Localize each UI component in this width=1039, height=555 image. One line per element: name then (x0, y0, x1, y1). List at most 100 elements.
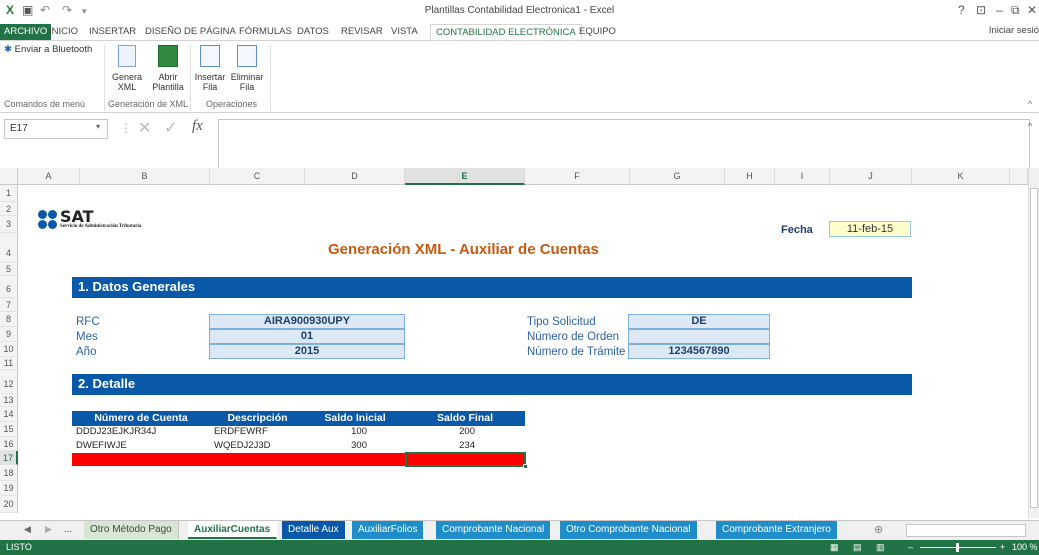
col-header[interactable]: H (725, 168, 775, 185)
next-sheet-icon[interactable]: ▶ (45, 524, 52, 535)
col-header[interactable]: J (830, 168, 912, 185)
normal-view-icon[interactable]: ▦ (830, 540, 839, 555)
sheet-tab-otro-comprobante-nacional[interactable]: Otro Comprobante Nacional (560, 521, 698, 539)
sheet-tab-comprobante-nacional[interactable]: Comprobante Nacional (436, 521, 552, 539)
page-layout-icon[interactable]: ▤ (853, 540, 862, 555)
new-sheet-icon[interactable]: ⊕ (874, 523, 883, 536)
sheet-tab-otro-metodo-pago[interactable]: Otro Método Pago (84, 521, 179, 539)
zoom-level[interactable]: 100 % (1012, 540, 1038, 555)
row-header[interactable]: 15 (0, 422, 18, 437)
cancel-icon[interactable]: ✕ (138, 118, 151, 138)
numero-tramite-value[interactable]: 1234567890 (628, 344, 770, 359)
zoom-out-icon[interactable]: – (908, 540, 913, 555)
col-header-selected[interactable]: E (405, 168, 525, 185)
sheet-tab-auxiliar-cuentas[interactable]: AuxiliarCuentas (188, 521, 278, 539)
zoom-thumb[interactable] (956, 543, 959, 552)
tab-equipo[interactable]: EQUIPO (574, 24, 621, 40)
restore-button[interactable]: ⧉ (1011, 3, 1020, 18)
bluetooth-button[interactable]: ✱ Enviar a Bluetooth (4, 44, 92, 55)
col-header[interactable]: F (525, 168, 630, 185)
genera-xml-button[interactable]: Genera XML (110, 45, 144, 92)
row-header[interactable]: 3 (0, 216, 18, 233)
row-header[interactable]: 20 (0, 496, 18, 513)
abrir-plantilla-button[interactable]: Abrir Plantilla (148, 45, 188, 92)
row-header[interactable]: 9 (0, 327, 18, 342)
tipo-solicitud-value[interactable]: DE (628, 314, 770, 329)
fecha-value[interactable]: 11-feb-15 (829, 221, 911, 237)
sheet-tab-auxiliar-folios[interactable]: AuxiliarFolios (352, 521, 425, 539)
enter-icon[interactable]: ✓ (164, 118, 177, 138)
row-header[interactable]: 16 (0, 437, 18, 451)
row-header[interactable]: 2 (0, 202, 18, 216)
tab-formulas[interactable]: FÓRMULAS (234, 24, 297, 40)
table-cell[interactable]: 234 (405, 440, 475, 451)
collapse-ribbon-icon[interactable]: ^ (1028, 99, 1032, 109)
name-box[interactable]: E17 (4, 119, 108, 139)
row-header[interactable]: 10 (0, 342, 18, 357)
select-all-corner[interactable] (0, 168, 18, 185)
table-cell[interactable]: 200 (405, 426, 475, 437)
expand-formula-icon[interactable]: ^ (1028, 121, 1032, 131)
col-header[interactable]: D (305, 168, 405, 185)
table-cell[interactable]: ERDFEWRF (214, 426, 268, 437)
insertar-fila-button[interactable]: Insertar Fila (193, 45, 227, 92)
sheet-tab-more[interactable]: ... (58, 521, 79, 539)
sheet-tab-comprobante-extranjero[interactable]: Comprobante Extranjero (716, 521, 838, 539)
table-cell[interactable]: 100 (305, 426, 367, 437)
row-header[interactable]: 11 (0, 357, 18, 370)
row-header[interactable]: 6 (0, 276, 18, 298)
row-header[interactable]: 7 (0, 298, 18, 312)
row-header[interactable]: 18 (0, 465, 18, 481)
fill-handle[interactable] (523, 464, 528, 469)
col-header[interactable]: C (210, 168, 305, 185)
row-header-selected[interactable]: 17 (0, 451, 18, 465)
col-header[interactable]: K (912, 168, 1010, 185)
row-header[interactable]: 1 (0, 185, 18, 202)
signin-link[interactable]: Iniciar sesió (989, 25, 1039, 36)
page-break-icon[interactable]: ▥ (876, 540, 885, 555)
eliminar-fila-button[interactable]: Eliminar Fila (229, 45, 265, 92)
row-header[interactable]: 12 (0, 370, 18, 394)
col-header[interactable]: G (630, 168, 725, 185)
worksheet-grid[interactable]: A B C D E F G H I J K 1 2 3 4 5 6 7 8 9 … (0, 168, 1039, 518)
table-cell[interactable]: DDDJ23EJKJR34J (76, 426, 156, 437)
scroll-thumb[interactable] (1030, 188, 1038, 508)
mes-value[interactable]: 01 (209, 329, 405, 344)
prev-sheet-icon[interactable]: ◀ (24, 524, 31, 535)
tab-insertar[interactable]: INSERTAR (84, 24, 141, 40)
col-header[interactable]: A (18, 168, 80, 185)
col-header[interactable]: I (775, 168, 830, 185)
table-cell[interactable]: 300 (305, 440, 367, 451)
tab-vista[interactable]: VISTA (386, 24, 423, 40)
tab-inicio[interactable]: INICIO (44, 24, 83, 40)
row-header[interactable]: 5 (0, 263, 18, 276)
col-header[interactable]: B (80, 168, 210, 185)
active-cell-e17[interactable] (405, 452, 526, 467)
row-header[interactable]: 8 (0, 312, 18, 327)
numero-orden-value[interactable] (628, 329, 770, 344)
formula-input[interactable] (218, 119, 1030, 169)
close-button[interactable]: ✕ (1027, 3, 1037, 17)
tab-diseno[interactable]: DISEÑO DE PÁGINA (140, 24, 241, 40)
ribbon-panel: ✱ Enviar a Bluetooth Comandos de menú Ge… (0, 40, 1039, 113)
sheet-tab-detalle-aux[interactable]: Detalle Aux (282, 521, 346, 539)
fx-icon[interactable]: fx (192, 118, 203, 135)
help-button[interactable]: ? (958, 3, 965, 17)
namebox-dropdown-icon[interactable]: ▾ (96, 122, 100, 131)
row-header[interactable]: 13 (0, 394, 18, 407)
rfc-value[interactable]: AIRA900930UPY (209, 314, 405, 329)
row-header[interactable]: 14 (0, 407, 18, 422)
table-cell[interactable]: DWEFIWJE (76, 440, 127, 451)
anio-value[interactable]: 2015 (209, 344, 405, 359)
ribbon-display-icon[interactable]: ⊡ (976, 3, 986, 17)
tab-datos[interactable]: DATOS (292, 24, 334, 40)
tab-contabilidad[interactable]: CONTABILIDAD ELECTRÓNICA (430, 24, 582, 40)
tab-revisar[interactable]: REVISAR (336, 24, 388, 40)
zoom-in-icon[interactable]: + (1000, 540, 1005, 555)
table-cell[interactable]: WQEDJ2J3D (214, 440, 270, 451)
vertical-scrollbar[interactable] (1028, 168, 1039, 518)
minimize-button[interactable]: – (996, 3, 1003, 17)
row-header[interactable]: 19 (0, 481, 18, 496)
horizontal-scrollbar[interactable] (906, 524, 1026, 537)
row-header[interactable]: 4 (0, 233, 18, 263)
